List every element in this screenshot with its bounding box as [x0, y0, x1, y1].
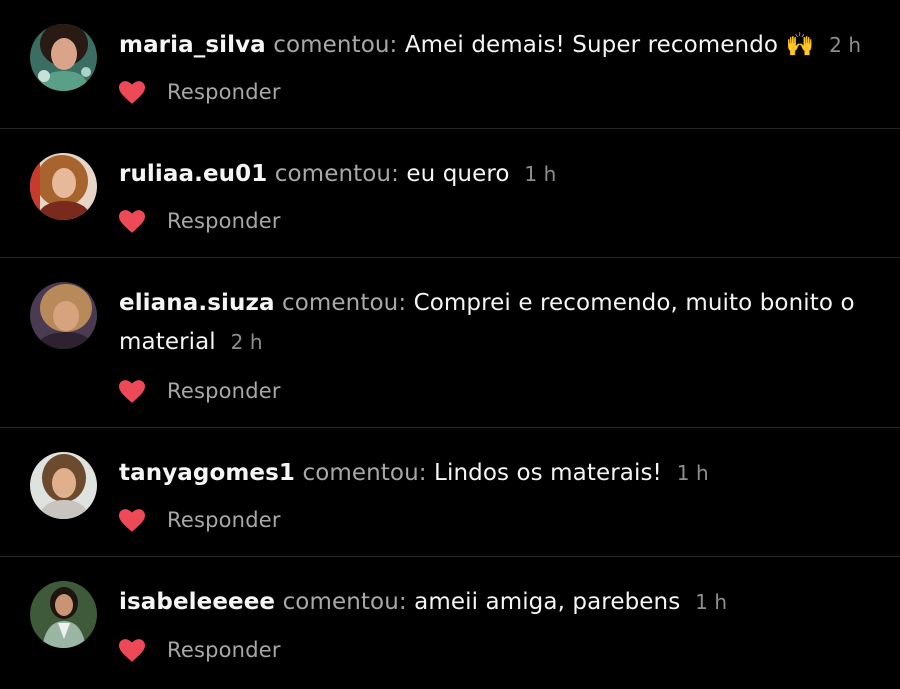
comment-body: ameii amiga, parebens [414, 589, 681, 615]
comment-time: 2 h [829, 33, 862, 57]
comment-verb: comentou: [282, 290, 407, 316]
comment-time: 1 h [676, 461, 709, 485]
heart-icon[interactable] [119, 80, 145, 104]
comment-verb: comentou: [302, 460, 427, 486]
heart-icon[interactable] [119, 209, 145, 233]
comment-username[interactable]: eliana.siuza [119, 290, 275, 316]
comment-item: eliana.siuza comentou: Comprei e recomen… [0, 258, 900, 428]
comment-body: Lindos os materais! [434, 460, 662, 486]
comment-actions: Responder [119, 638, 281, 662]
comment-verb: comentou: [274, 161, 399, 187]
comment-list: maria_silva comentou: Amei demais! Super… [0, 0, 900, 689]
heart-icon[interactable] [119, 379, 145, 403]
avatar[interactable] [30, 153, 97, 220]
comment-username[interactable]: isabeleeeee [119, 589, 275, 615]
comment-verb: comentou: [282, 589, 407, 615]
comment-item: ruliaa.eu01 comentou: eu quero 1 h Respo… [0, 129, 900, 258]
heart-icon[interactable] [119, 508, 145, 532]
comment-verb: comentou: [273, 32, 398, 58]
comment-body: eu quero [406, 161, 510, 187]
avatar[interactable] [30, 452, 97, 519]
comment-text: isabeleeeee comentou: ameii amiga, pareb… [119, 583, 870, 622]
reply-button[interactable]: Responder [167, 80, 281, 104]
comment-item: tanyagomes1 comentou: Lindos os materais… [0, 428, 900, 557]
avatar[interactable] [30, 282, 97, 349]
comment-username[interactable]: maria_silva [119, 32, 266, 58]
comment-time: 2 h [230, 330, 263, 354]
comment-time: 1 h [524, 162, 557, 186]
comment-text: ruliaa.eu01 comentou: eu quero 1 h [119, 155, 870, 194]
reply-button[interactable]: Responder [167, 209, 281, 233]
comment-actions: Responder [119, 379, 281, 403]
comment-text: tanyagomes1 comentou: Lindos os materais… [119, 454, 870, 493]
reply-button[interactable]: Responder [167, 508, 281, 532]
comment-item: maria_silva comentou: Amei demais! Super… [0, 0, 900, 129]
reply-button[interactable]: Responder [167, 638, 281, 662]
avatar[interactable] [30, 24, 97, 91]
comment-username[interactable]: tanyagomes1 [119, 460, 295, 486]
comment-text: eliana.siuza comentou: Comprei e recomen… [119, 284, 870, 362]
comment-text: maria_silva comentou: Amei demais! Super… [119, 26, 870, 65]
comment-item: isabeleeeee comentou: ameii amiga, pareb… [0, 557, 900, 686]
comment-username[interactable]: ruliaa.eu01 [119, 161, 267, 187]
reply-button[interactable]: Responder [167, 379, 281, 403]
heart-icon[interactable] [119, 638, 145, 662]
comment-time: 1 h [695, 590, 728, 614]
comment-actions: Responder [119, 80, 281, 104]
comment-actions: Responder [119, 209, 281, 233]
comment-body: Amei demais! Super recomendo 🙌 [404, 32, 815, 58]
avatar[interactable] [30, 581, 97, 648]
comment-actions: Responder [119, 508, 281, 532]
